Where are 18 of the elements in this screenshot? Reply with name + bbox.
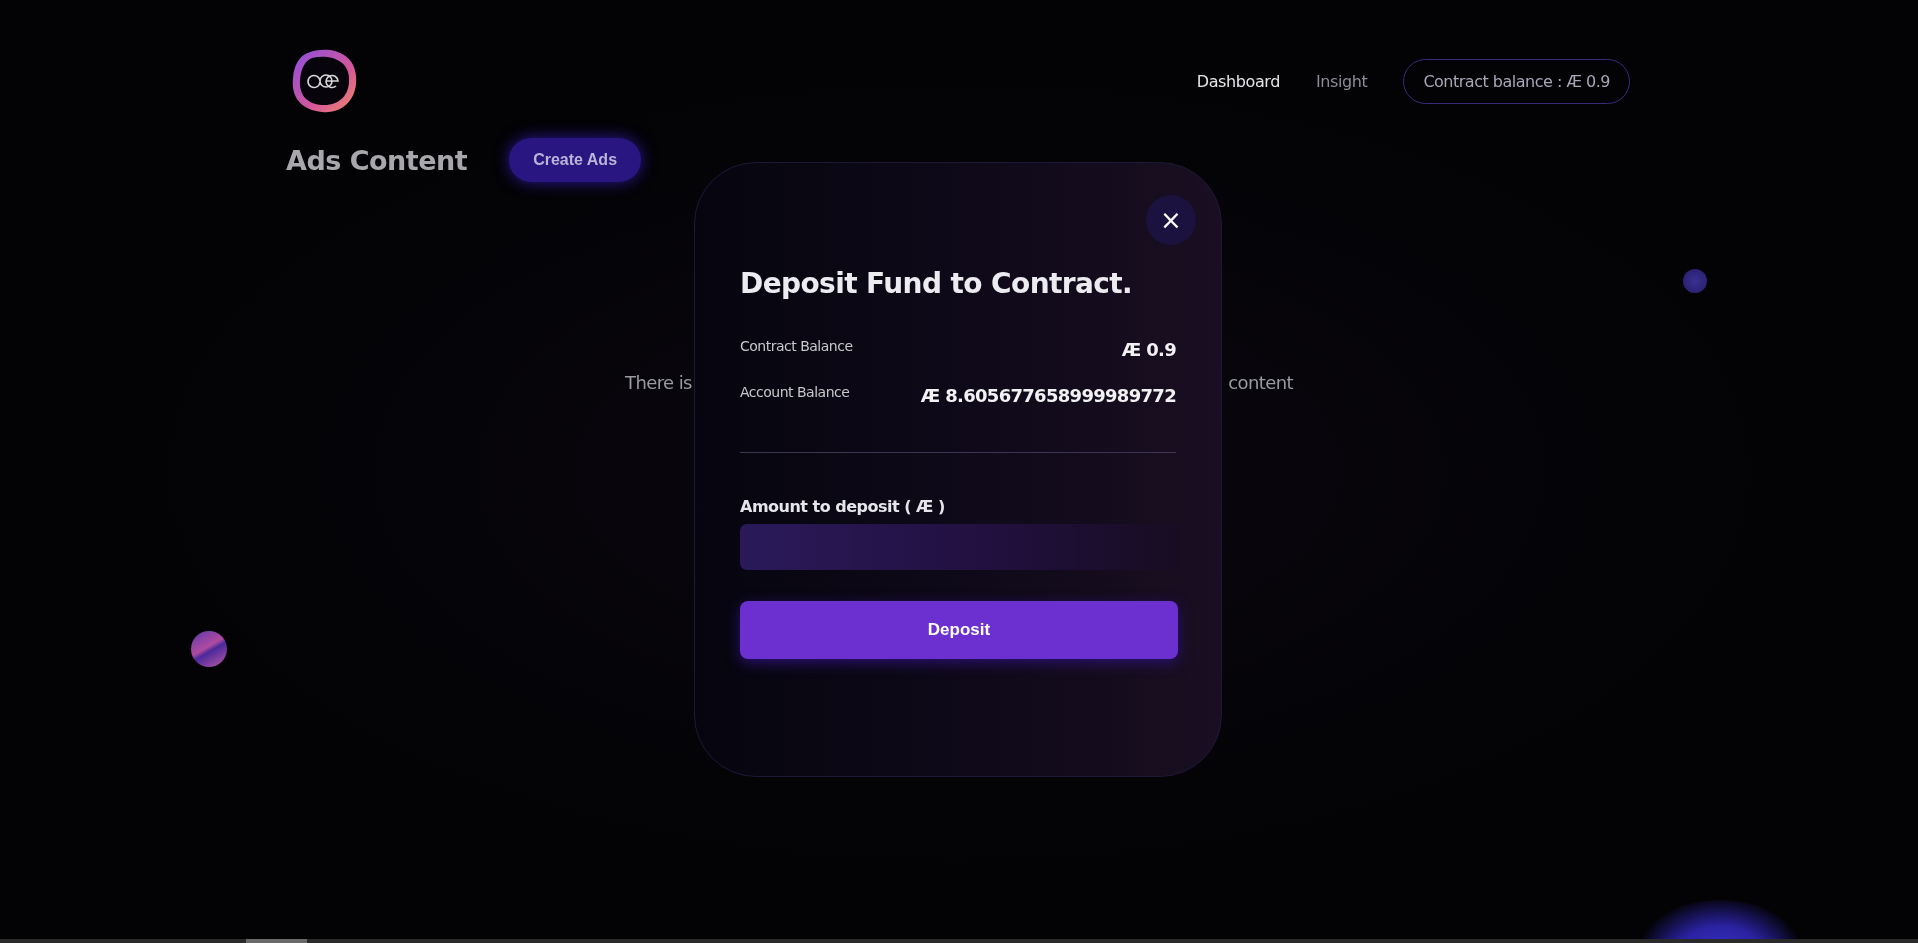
empty-message: There is — [625, 372, 692, 393]
nav-link[interactable]: Insight — [1316, 71, 1368, 91]
balance-label: Account Balance — [740, 384, 850, 400]
scrollbar[interactable] — [0, 939, 1918, 943]
balance-value: Æ 8.605677658999989772 — [920, 384, 1176, 406]
dialog-title: Deposit Fund to Contract. — [740, 267, 1134, 300]
page-title: Ads Content — [286, 144, 468, 176]
empty-message: content — [1228, 372, 1293, 393]
field-label: Amount to deposit ( Æ ) — [740, 497, 946, 516]
close-button[interactable]: × — [1146, 195, 1196, 245]
balance-value: Æ 0.9 — [1121, 338, 1176, 360]
orb-decoration — [1683, 269, 1707, 293]
nav-link[interactable]: Dashboard — [1196, 71, 1280, 91]
deposit-button[interactable]: Deposit — [740, 601, 1178, 659]
balance-label: Contract Balance — [740, 338, 853, 354]
create-ads-button[interactable]: Create Ads — [509, 138, 642, 182]
orb-decoration — [191, 631, 227, 667]
logo-icon[interactable] — [290, 48, 358, 114]
